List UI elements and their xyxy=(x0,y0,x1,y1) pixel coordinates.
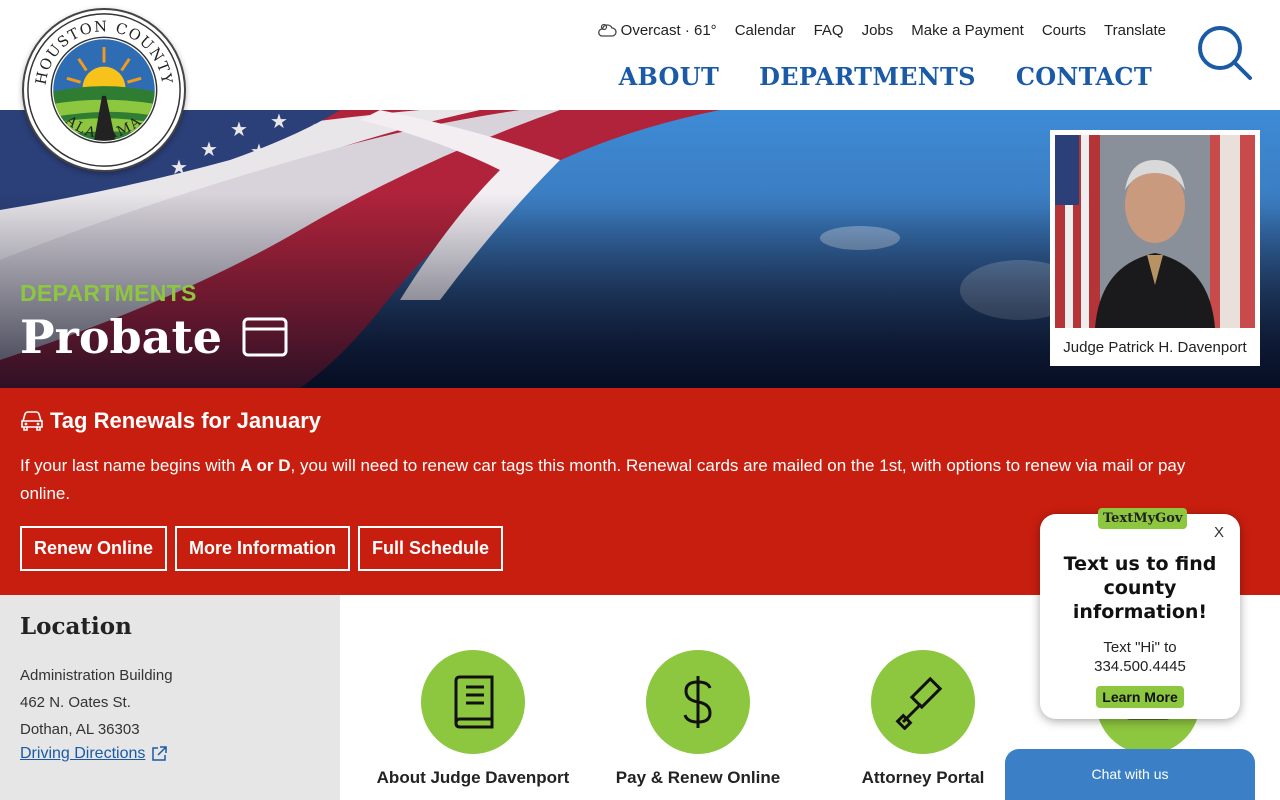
gavel-icon xyxy=(871,650,975,754)
textmygov-popup: TextMyGov X Text us to find county infor… xyxy=(1040,508,1240,719)
driving-directions-link[interactable]: Driving Directions xyxy=(20,745,168,763)
location-heading: Location xyxy=(20,613,132,640)
quick-link-label: About Judge Davenport xyxy=(376,768,570,787)
cloud-icon xyxy=(597,23,617,37)
alert-body-start: If your last name begins with xyxy=(20,456,241,475)
quick-link-attorney-portal[interactable]: Attorney Portal xyxy=(818,650,1028,788)
alert-title: Tag Renewals for January xyxy=(20,408,1260,434)
utility-nav: Overcast · 61° Calendar FAQ Jobs Make a … xyxy=(597,22,1166,39)
hero-banner: ★★★★★★ DEPARTMENTS Probate Judge Patrick… xyxy=(0,110,1280,388)
external-link-icon xyxy=(152,746,168,761)
textmygov-phone: 334.500.4445 xyxy=(1094,658,1186,675)
page-title-text: Probate xyxy=(20,310,222,364)
util-link-make-payment[interactable]: Make a Payment xyxy=(911,22,1024,39)
more-information-button[interactable]: More Information xyxy=(175,526,351,571)
car-icon xyxy=(21,411,43,431)
driving-directions-label: Driving Directions xyxy=(20,745,146,762)
textmygov-text: Text "Hi" to 334.500.4445 xyxy=(1040,638,1240,676)
location-sidebar: Location Administration Building 462 N. … xyxy=(0,595,340,800)
weather-text: Overcast · 61° xyxy=(620,22,717,39)
site-header: Overcast · 61° Calendar FAQ Jobs Make a … xyxy=(0,0,1280,110)
judge-caption: Judge Patrick H. Davenport xyxy=(1063,339,1247,356)
address-line-2: 462 N. Oates St. xyxy=(20,694,131,711)
util-link-faq[interactable]: FAQ xyxy=(814,22,844,39)
dollar-icon xyxy=(646,650,750,754)
search-button[interactable] xyxy=(1196,24,1254,82)
quick-link-pay-renew[interactable]: Pay & Renew Online xyxy=(593,650,803,788)
weather-widget[interactable]: Overcast · 61° xyxy=(597,22,717,39)
full-schedule-button[interactable]: Full Schedule xyxy=(358,526,504,571)
hero-section-label[interactable]: DEPARTMENTS xyxy=(20,280,197,307)
renew-online-button[interactable]: Renew Online xyxy=(20,526,168,571)
nav-about[interactable]: ABOUT xyxy=(619,62,720,91)
page-title: Probate xyxy=(20,310,288,364)
quick-link-about-judge[interactable]: About Judge Davenport xyxy=(368,650,578,788)
search-icon xyxy=(1198,26,1252,80)
address-line-3: Dothan, AL 36303 xyxy=(20,721,140,738)
alert-title-text: Tag Renewals for January xyxy=(50,408,322,433)
chat-with-us-button[interactable]: Chat with us xyxy=(1005,749,1255,800)
util-link-courts[interactable]: Courts xyxy=(1042,22,1086,39)
nav-departments[interactable]: DEPARTMENTS xyxy=(759,62,976,91)
alert-body: If your last name begins with A or D, yo… xyxy=(20,452,1240,508)
util-link-jobs[interactable]: Jobs xyxy=(862,22,894,39)
judge-photo xyxy=(1055,135,1255,328)
main-nav: ABOUT DEPARTMENTS CONTACT xyxy=(619,62,1152,91)
quick-link-label: Attorney Portal xyxy=(861,768,985,787)
county-logo[interactable]: HOUSTON COUNTY ALABAMA xyxy=(22,8,186,172)
judge-portrait-card: Judge Patrick H. Davenport xyxy=(1050,130,1260,366)
alert-body-emphasis: A or D xyxy=(240,456,291,475)
util-link-translate[interactable]: Translate xyxy=(1104,22,1166,39)
textmygov-text-line-1: Text "Hi" to xyxy=(1103,639,1177,656)
window-icon[interactable] xyxy=(242,317,288,357)
nav-contact[interactable]: CONTACT xyxy=(1016,62,1152,91)
quick-link-label: Pay & Renew Online xyxy=(615,768,781,787)
textmygov-heading: Text us to find county information! xyxy=(1063,553,1217,623)
textmygov-badge: TextMyGov xyxy=(1098,508,1188,529)
util-link-calendar[interactable]: Calendar xyxy=(735,22,796,39)
learn-more-button[interactable]: Learn More xyxy=(1096,686,1184,708)
close-icon[interactable]: X xyxy=(1214,524,1224,541)
address-line-1: Administration Building xyxy=(20,667,173,684)
book-icon xyxy=(421,650,525,754)
